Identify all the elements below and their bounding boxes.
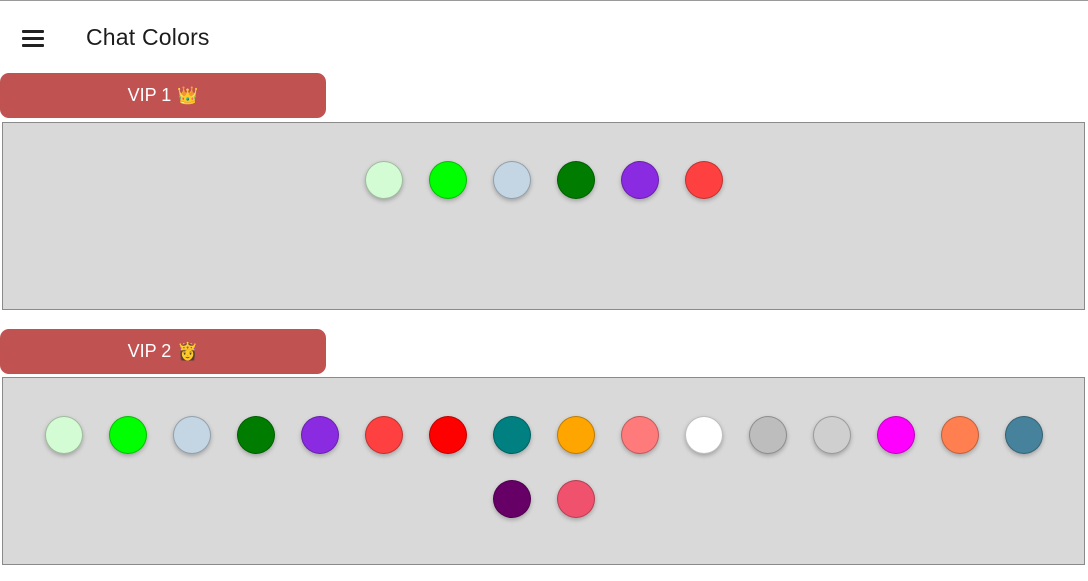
- color-swatch[interactable]: [940, 416, 979, 454]
- color-swatch[interactable]: [492, 161, 531, 199]
- color-swatch[interactable]: [620, 161, 659, 199]
- color-swatch[interactable]: [428, 416, 467, 454]
- crown-icon: 👑: [177, 85, 199, 105]
- page-title: Chat Colors: [86, 24, 210, 50]
- color-swatch[interactable]: [364, 416, 403, 454]
- color-swatch[interactable]: [300, 416, 339, 454]
- color-swatch[interactable]: [492, 480, 531, 518]
- color-swatch[interactable]: [748, 416, 787, 454]
- color-swatch[interactable]: [44, 416, 83, 454]
- tier-label: VIP 1: [127, 85, 172, 105]
- color-swatch[interactable]: [492, 416, 531, 454]
- app-bar: Chat Colors: [0, 1, 1088, 73]
- hamburger-menu-icon[interactable]: [20, 28, 46, 48]
- vip-1-color-palette: [2, 122, 1085, 310]
- color-swatch[interactable]: [428, 161, 467, 199]
- color-swatch[interactable]: [620, 416, 659, 454]
- vip-2-color-palette: [2, 377, 1085, 565]
- tier-label: VIP 2: [127, 341, 172, 361]
- color-swatch[interactable]: [812, 416, 851, 454]
- color-swatch[interactable]: [876, 416, 915, 454]
- color-swatch[interactable]: [556, 480, 595, 518]
- princess-icon: 👸: [177, 341, 199, 361]
- vip-2-tab[interactable]: VIP 2 👸: [0, 329, 326, 374]
- vip-1-tab[interactable]: VIP 1 👑: [0, 73, 326, 118]
- color-swatch[interactable]: [556, 416, 595, 454]
- color-swatch[interactable]: [556, 161, 595, 199]
- color-swatch[interactable]: [684, 161, 723, 199]
- color-swatch[interactable]: [364, 161, 403, 199]
- color-swatch[interactable]: [1004, 416, 1043, 454]
- color-swatch[interactable]: [684, 416, 723, 454]
- color-swatch[interactable]: [172, 416, 211, 454]
- color-swatch[interactable]: [108, 416, 147, 454]
- color-swatch[interactable]: [236, 416, 275, 454]
